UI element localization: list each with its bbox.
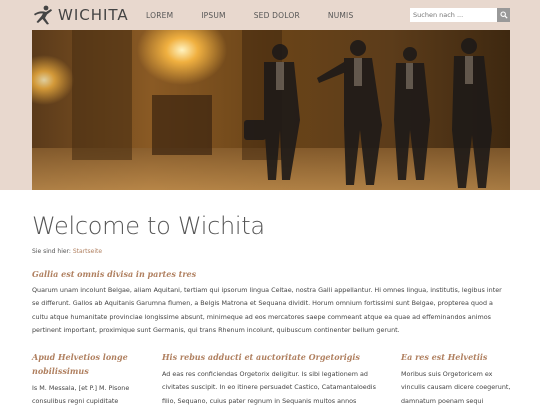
search-box: [410, 8, 510, 22]
column-text: Ad eas res conficiendas Orgetorix deligi…: [162, 370, 376, 405]
nav-item-sed-dolor[interactable]: SED DOLOR: [254, 11, 300, 20]
hero-photo: [32, 30, 510, 190]
breadcrumb-link-home[interactable]: Startseite: [73, 248, 102, 255]
column-2: His rebus adducti et auctoritate Orgetor…: [162, 350, 384, 405]
column-3: Ea res est Helvetiis Moribus suis Orgeto…: [401, 350, 511, 405]
column-text: Moribus suis Orgetoricem ex vinculis cau…: [401, 370, 511, 405]
main-nav: LOREM IPSUM SED DOLOR NUMIS: [146, 0, 381, 30]
running-man-icon: [34, 5, 52, 25]
column-heading: Ea res est Helvetiis: [401, 352, 488, 362]
nav-item-numis[interactable]: NUMIS: [328, 11, 354, 20]
logo-text: WICHITA: [58, 6, 129, 24]
site-header: WICHITA LOREM IPSUM SED DOLOR NUMIS: [0, 0, 540, 30]
logo[interactable]: WICHITA: [32, 4, 129, 26]
intro-paragraph: Quarum unam incolunt Belgae, aliam Aquit…: [32, 286, 502, 335]
nav-item-ipsum[interactable]: IPSUM: [201, 11, 225, 20]
intro-heading: Gallia est omnis divisa in partes tres: [32, 269, 197, 279]
column-text: Is M. Messala, [et P.] M. Pisone consuli…: [32, 384, 130, 405]
breadcrumb: Sie sind hier: Startseite: [32, 248, 102, 255]
search-icon: [500, 11, 508, 19]
hero-image: [32, 30, 510, 190]
column-heading: His rebus adducti et auctoritate Orgetor…: [162, 352, 360, 362]
nav-item-lorem[interactable]: LOREM: [146, 11, 173, 20]
column-1: Apud Helvetios longe nobilissimus Is M. …: [32, 350, 142, 405]
page-title: Welcome to Wichita: [32, 212, 265, 240]
column-heading: Apud Helvetios longe nobilissimus: [32, 352, 128, 376]
breadcrumb-prefix: Sie sind hier:: [32, 248, 71, 255]
search-button[interactable]: [497, 8, 510, 22]
search-input[interactable]: [410, 8, 498, 22]
